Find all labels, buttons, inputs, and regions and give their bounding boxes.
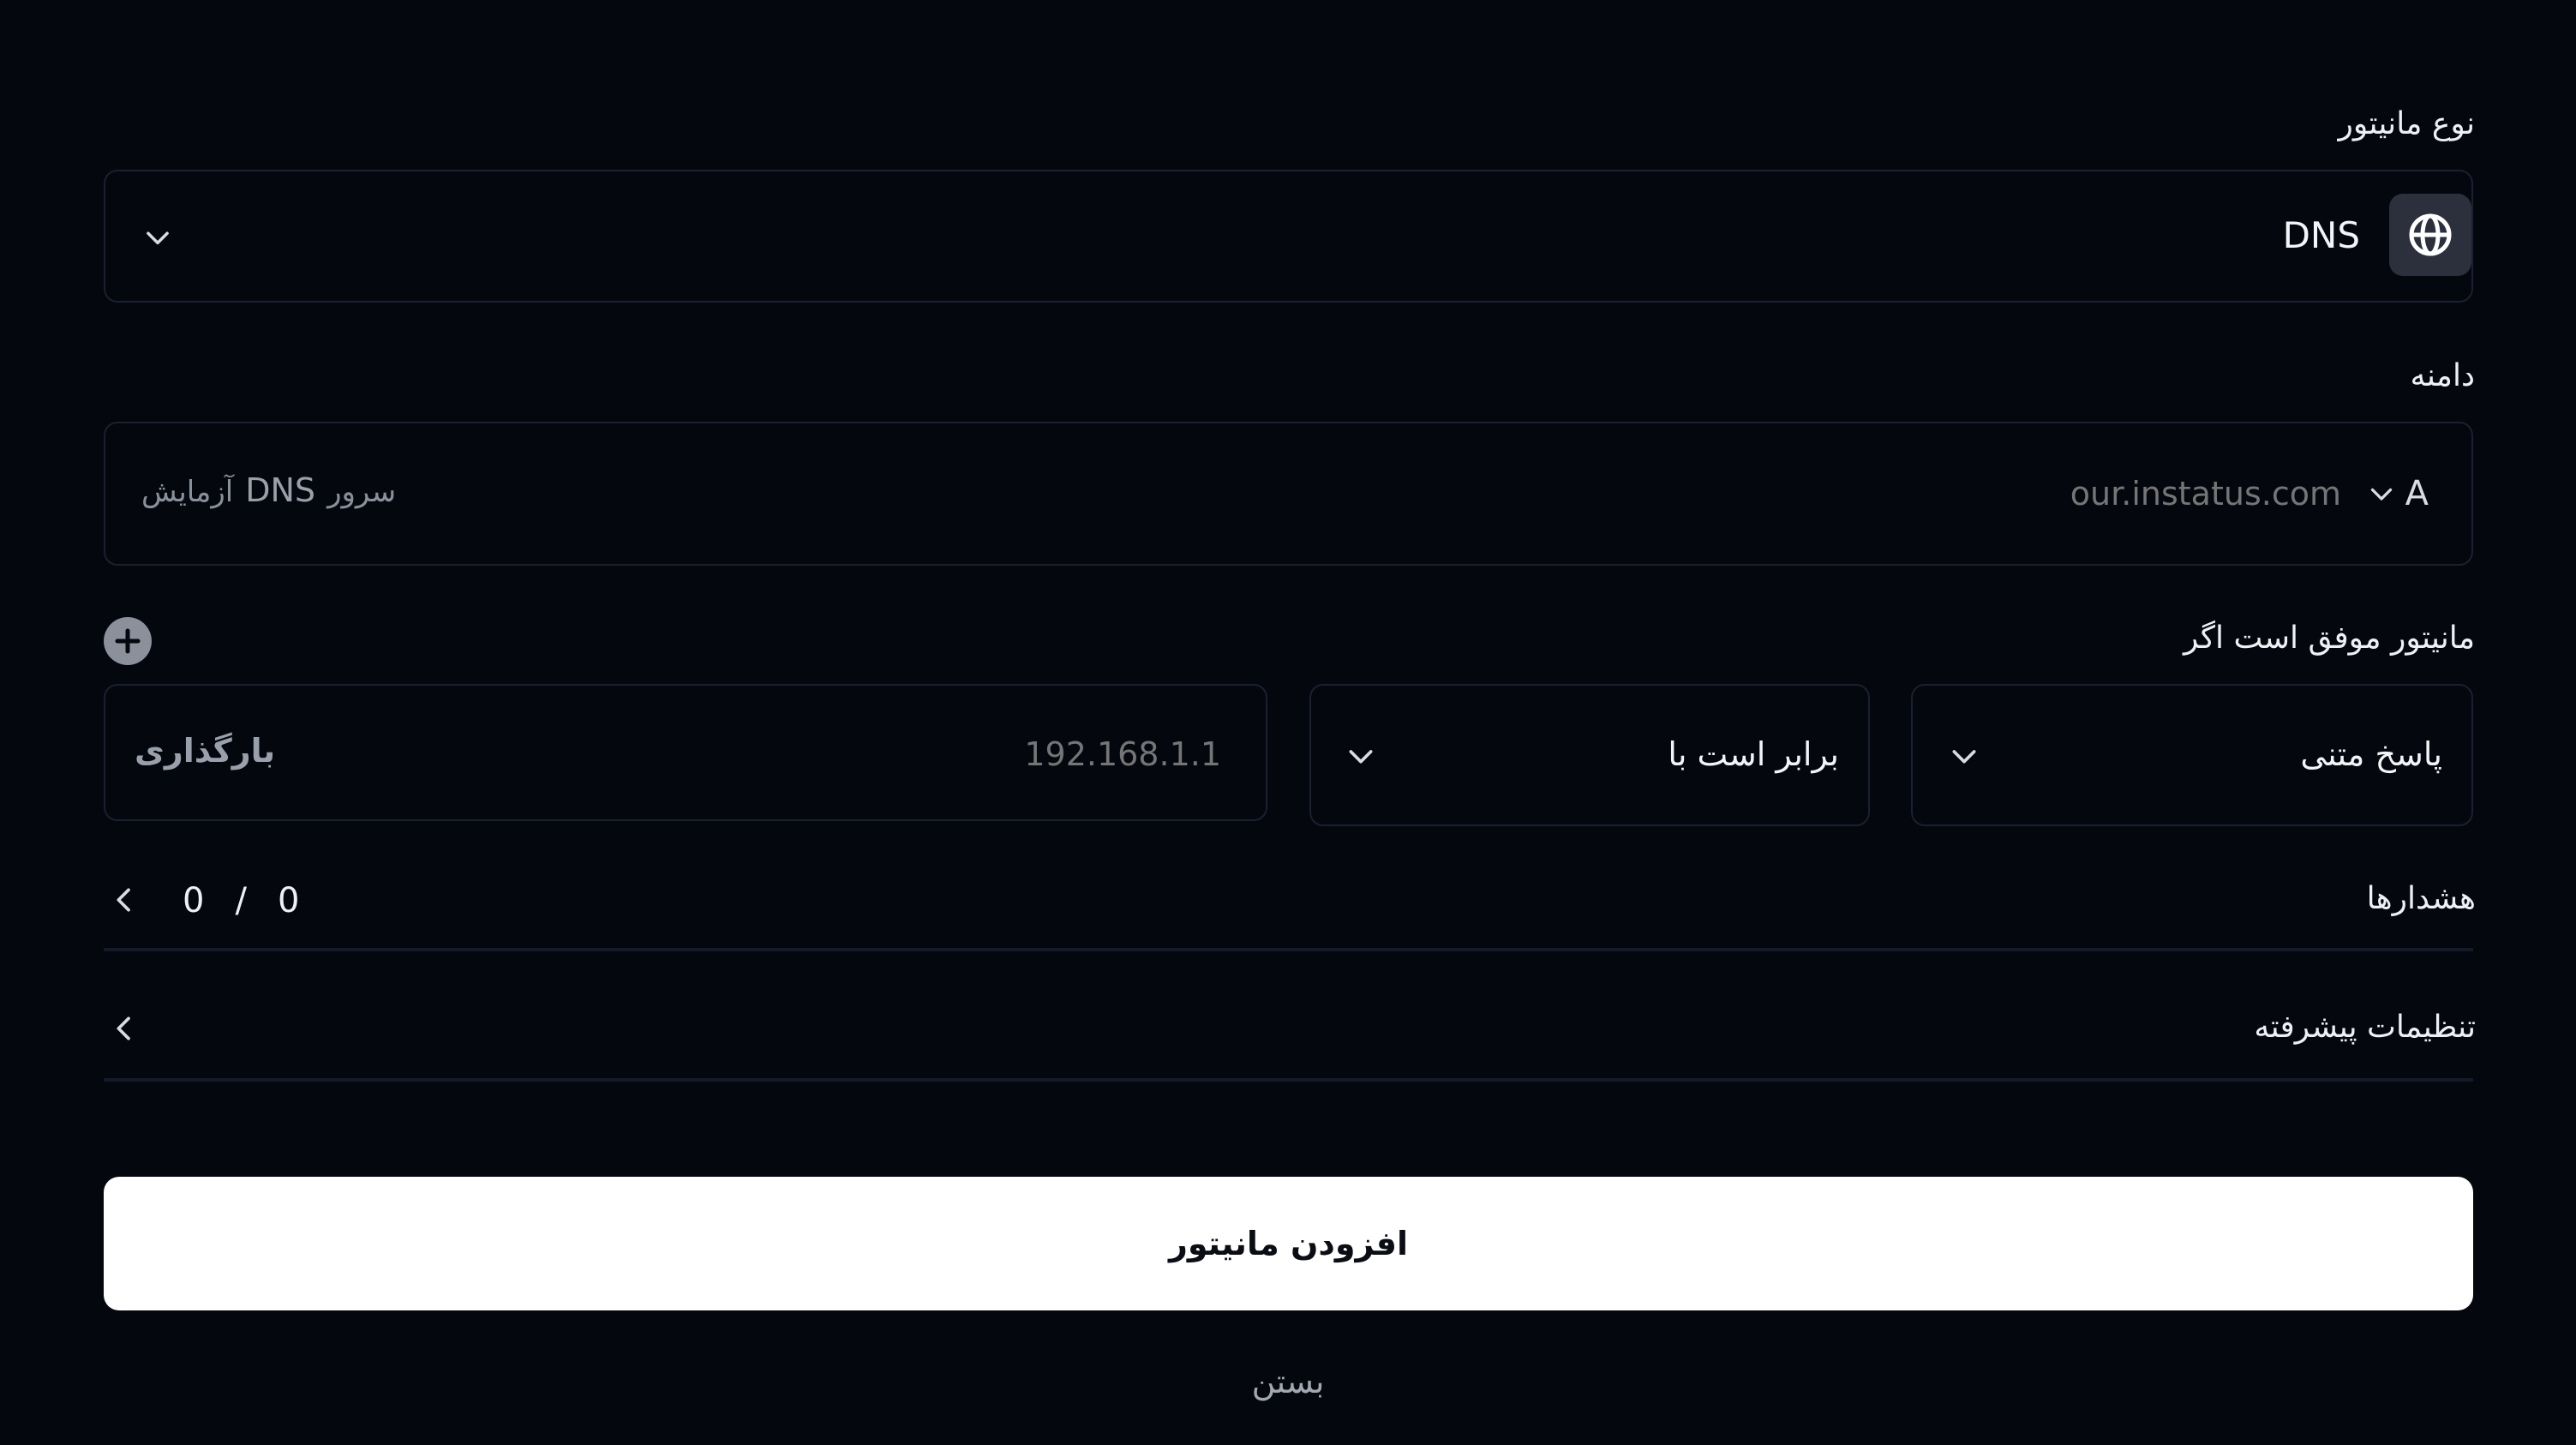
advanced-settings-label: تنظیمات پیشرفته — [2254, 1010, 2476, 1045]
condition-field-value: پاسخ متنی — [2300, 735, 2442, 773]
condition-operator-select[interactable]: برابر است با — [1309, 684, 1870, 826]
add-monitor-button[interactable]: افزودن مانیتور — [104, 1177, 2473, 1310]
dns-label: DNS — [245, 471, 316, 509]
monitor-type-select[interactable]: DNS — [104, 170, 2473, 303]
alerts-count-a: 0 — [183, 881, 205, 920]
domain-input[interactable] — [629, 466, 2343, 521]
chevron-down-icon — [141, 221, 174, 254]
add-condition-button[interactable] — [104, 617, 152, 665]
close-button[interactable]: بستن — [0, 1363, 2576, 1400]
test-label: آزمایش — [141, 475, 234, 509]
alerts-separator: / — [235, 881, 247, 920]
condition-value-field[interactable]: بارگذاری — [104, 684, 1267, 821]
advanced-settings-section[interactable]: تنظیمات پیشرفته — [104, 994, 2476, 1082]
chevron-down-icon — [1344, 739, 1378, 773]
condition-operator-value: برابر است با — [1668, 735, 1839, 773]
monitor-type-label: نوع مانیتور — [2338, 106, 2475, 141]
chevron-down-icon — [2366, 478, 2397, 509]
alerts-count-b: 0 — [277, 881, 300, 920]
chevron-down-icon — [1947, 739, 1981, 773]
condition-field-select[interactable]: پاسخ متنی — [1911, 684, 2473, 826]
success-condition-label: مانیتور موفق است اگر — [2184, 621, 2475, 656]
test-dns-server-button[interactable]: آزمایش DNS سرور — [141, 471, 396, 509]
alerts-label: هشدارها — [2366, 881, 2476, 916]
condition-value-input[interactable] — [537, 727, 1223, 782]
record-type-value: A — [2405, 474, 2429, 513]
domain-field[interactable]: A آزمایش DNS سرور — [104, 422, 2473, 566]
domain-label: دامنه — [2410, 358, 2475, 393]
plus-icon — [115, 628, 141, 654]
monitor-type-value: DNS — [2282, 214, 2360, 256]
loading-label: بارگذاری — [135, 732, 276, 770]
chevron-left-icon — [107, 1011, 141, 1046]
globe-icon — [2389, 194, 2471, 276]
alerts-counter: 0 / 0 — [183, 881, 299, 920]
record-type-select[interactable]: A — [2366, 470, 2429, 518]
server-label: سرور — [327, 475, 397, 509]
alerts-section[interactable]: هشدارها 0 / 0 — [104, 866, 2476, 951]
chevron-left-icon — [107, 883, 141, 917]
add-monitor-label: افزودن مانیتور — [1168, 1225, 1409, 1262]
